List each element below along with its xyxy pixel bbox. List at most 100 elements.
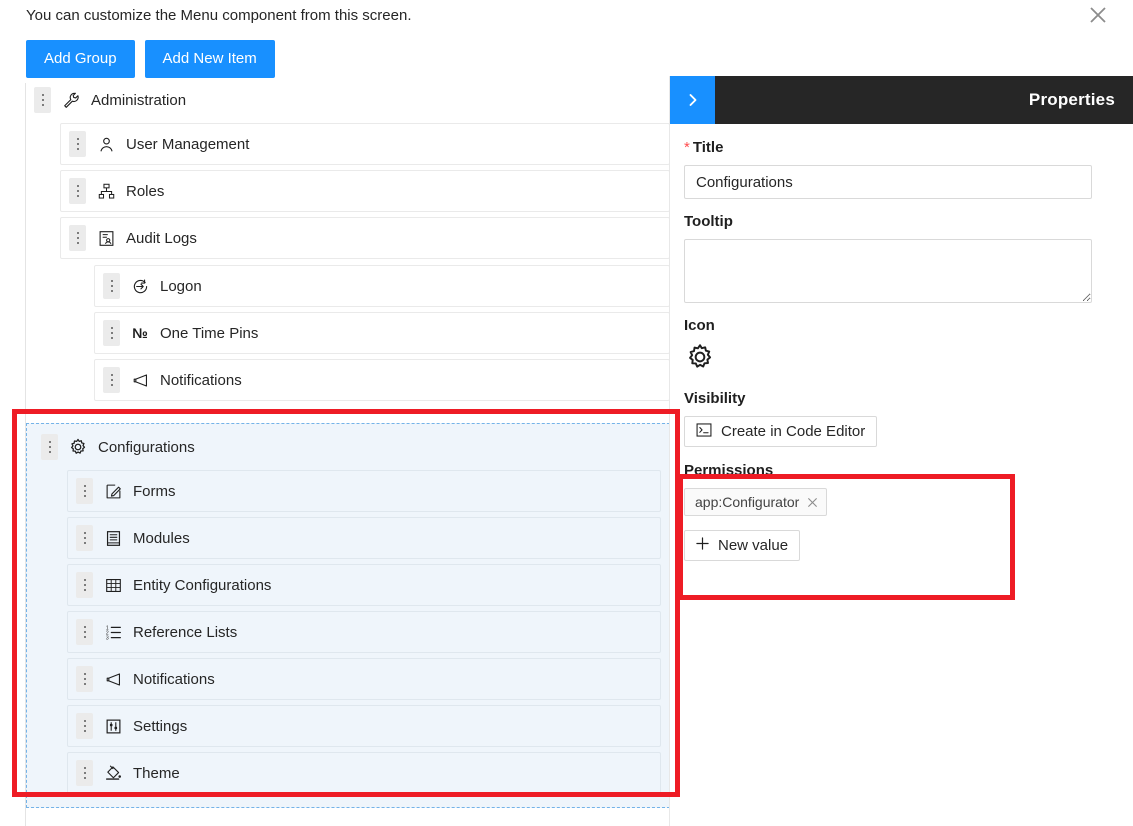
tree-item-label: Forms: [133, 482, 176, 500]
tree-item-reference-lists[interactable]: 1 2 3 Reference Lists: [67, 611, 661, 653]
tree-item-theme[interactable]: Theme: [67, 752, 661, 794]
tree-node-label: Configurations: [98, 438, 195, 456]
tree-item-label: Modules: [133, 529, 190, 547]
tree-item-label: Audit Logs: [126, 229, 197, 247]
tree-item-roles[interactable]: Roles: [60, 170, 670, 212]
title-label-text: Title: [692, 139, 724, 156]
properties-header: Properties: [670, 76, 1133, 124]
tree-item-label: Theme: [133, 764, 180, 782]
tooltip-label: Tooltip: [684, 213, 733, 230]
drag-handle-icon[interactable]: [69, 178, 86, 204]
title-field-block: * Title: [684, 138, 1092, 199]
tree-item-one-time-pins[interactable]: № One Time Pins: [94, 312, 670, 354]
tree-item-label: One Time Pins: [160, 324, 259, 342]
tree-item-label: User Management: [126, 135, 250, 153]
edit-square-icon: [102, 481, 124, 501]
module-icon: [102, 528, 124, 548]
user-icon: [95, 134, 117, 154]
menu-tree: Administration User Management Roles Aud…: [25, 83, 670, 826]
drag-handle-icon[interactable]: [69, 225, 86, 251]
drag-handle-icon[interactable]: [69, 131, 86, 157]
tree-item-notifications[interactable]: Notifications: [94, 359, 670, 401]
sitemap-icon: [95, 181, 117, 201]
table-icon: [102, 575, 124, 595]
drag-handle-icon[interactable]: [103, 320, 120, 346]
login-icon: [129, 276, 151, 296]
paint-bucket-icon: [102, 763, 124, 783]
close-dialog-button[interactable]: [1083, 0, 1113, 30]
megaphone-icon: [129, 370, 151, 390]
ordered-list-icon: 1 2 3: [102, 622, 124, 642]
drag-handle-icon[interactable]: [76, 525, 93, 551]
tree-item-label: Entity Configurations: [133, 576, 272, 594]
code-console-icon: [696, 422, 712, 442]
drag-handle-icon[interactable]: [76, 619, 93, 645]
tooltip-textarea[interactable]: [684, 239, 1092, 303]
tree-item-user-management[interactable]: User Management: [60, 123, 670, 165]
wrench-icon: [60, 90, 82, 110]
tree-item-notifications[interactable]: Notifications: [67, 658, 661, 700]
tree-item-label: Roles: [126, 182, 165, 200]
add-new-item-button[interactable]: Add New Item: [144, 40, 275, 78]
tree-item-label: Logon: [160, 277, 202, 295]
properties-body: *Title Tooltip Icon Visibility: [670, 124, 1133, 561]
create-in-code-editor-button[interactable]: Create in Code Editor: [684, 416, 878, 447]
tree-item-audit-logs[interactable]: Audit Logs: [60, 217, 670, 259]
audit-icon: [95, 228, 117, 248]
gear-icon: [67, 437, 89, 457]
permission-tag-list: app:Configurator: [684, 488, 1092, 530]
drag-handle-icon[interactable]: [76, 478, 93, 504]
new-value-label: New value: [718, 537, 789, 554]
create-in-code-editor-label: Create in Code Editor: [721, 423, 866, 440]
drag-handle-icon[interactable]: [76, 572, 93, 598]
permission-tag-label: app:Configurator: [695, 494, 800, 510]
title-label: * Title: [684, 138, 1092, 158]
close-small-icon[interactable]: [807, 497, 818, 508]
required-marker: *: [684, 139, 690, 156]
drag-handle-icon[interactable]: [103, 367, 120, 393]
icon-label: Icon: [684, 317, 715, 334]
collapse-panel-button[interactable]: [670, 76, 715, 124]
tree-children: User Management Roles Audit Logs Logon №…: [60, 123, 670, 401]
sliders-icon: [102, 716, 124, 736]
title-input[interactable]: [684, 165, 1092, 199]
tree-item-label: Notifications: [133, 670, 215, 688]
drag-handle-icon[interactable]: [76, 713, 93, 739]
tree-item-label: Reference Lists: [133, 623, 238, 641]
drag-handle-icon[interactable]: [76, 760, 93, 786]
add-group-button[interactable]: Add Group: [26, 40, 135, 78]
tree-item-settings[interactable]: Settings: [67, 705, 661, 747]
tree-node-row[interactable]: Administration: [26, 83, 670, 117]
permission-tag[interactable]: app:Configurator: [684, 488, 828, 516]
drag-handle-icon[interactable]: [34, 87, 51, 113]
tree-children: Logon № One Time Pins Notifications: [94, 265, 670, 401]
plus-icon: [696, 537, 709, 554]
toolbar: Add Group Add New Item: [26, 40, 275, 78]
tree-group-configurations[interactable]: Configurations Forms Modules Entity Conf…: [26, 423, 670, 808]
visibility-field-block: Visibility Create in Code Editor: [684, 389, 1092, 447]
properties-panel: Properties *Title Tooltip Icon: [670, 76, 1133, 826]
tree-item-modules[interactable]: Modules: [67, 517, 661, 559]
megaphone-icon: [102, 669, 124, 689]
tree-children: Forms Modules Entity Configurations 1 2 …: [67, 470, 661, 794]
properties-panel-title: Properties: [1028, 90, 1115, 109]
tooltip-field-block: Tooltip: [684, 212, 1092, 303]
new-value-button[interactable]: New value: [684, 530, 801, 561]
tree-item-forms[interactable]: Forms: [67, 470, 661, 512]
permissions-field-block: Permissions app:Configurator New value: [684, 461, 1092, 561]
tree-node-row[interactable]: Configurations: [33, 430, 661, 464]
drag-handle-icon[interactable]: [103, 273, 120, 299]
drag-handle-icon[interactable]: [76, 666, 93, 692]
gear-icon[interactable]: [686, 343, 1092, 376]
intro-text: You can customize the Menu component fro…: [26, 7, 412, 24]
tree-item-logon[interactable]: Logon: [94, 265, 670, 307]
permissions-label: Permissions: [684, 462, 774, 479]
tree-group-administration[interactable]: Administration User Management Roles Aud…: [26, 83, 670, 401]
icon-field-block: Icon: [684, 316, 1092, 376]
tree-node-label: Administration: [91, 91, 187, 109]
numero-icon: №: [132, 325, 148, 341]
tree-item-entity-configurations[interactable]: Entity Configurations: [67, 564, 661, 606]
chevron-right-icon: [689, 94, 696, 106]
visibility-label: Visibility: [684, 390, 746, 407]
drag-handle-icon[interactable]: [41, 434, 58, 460]
